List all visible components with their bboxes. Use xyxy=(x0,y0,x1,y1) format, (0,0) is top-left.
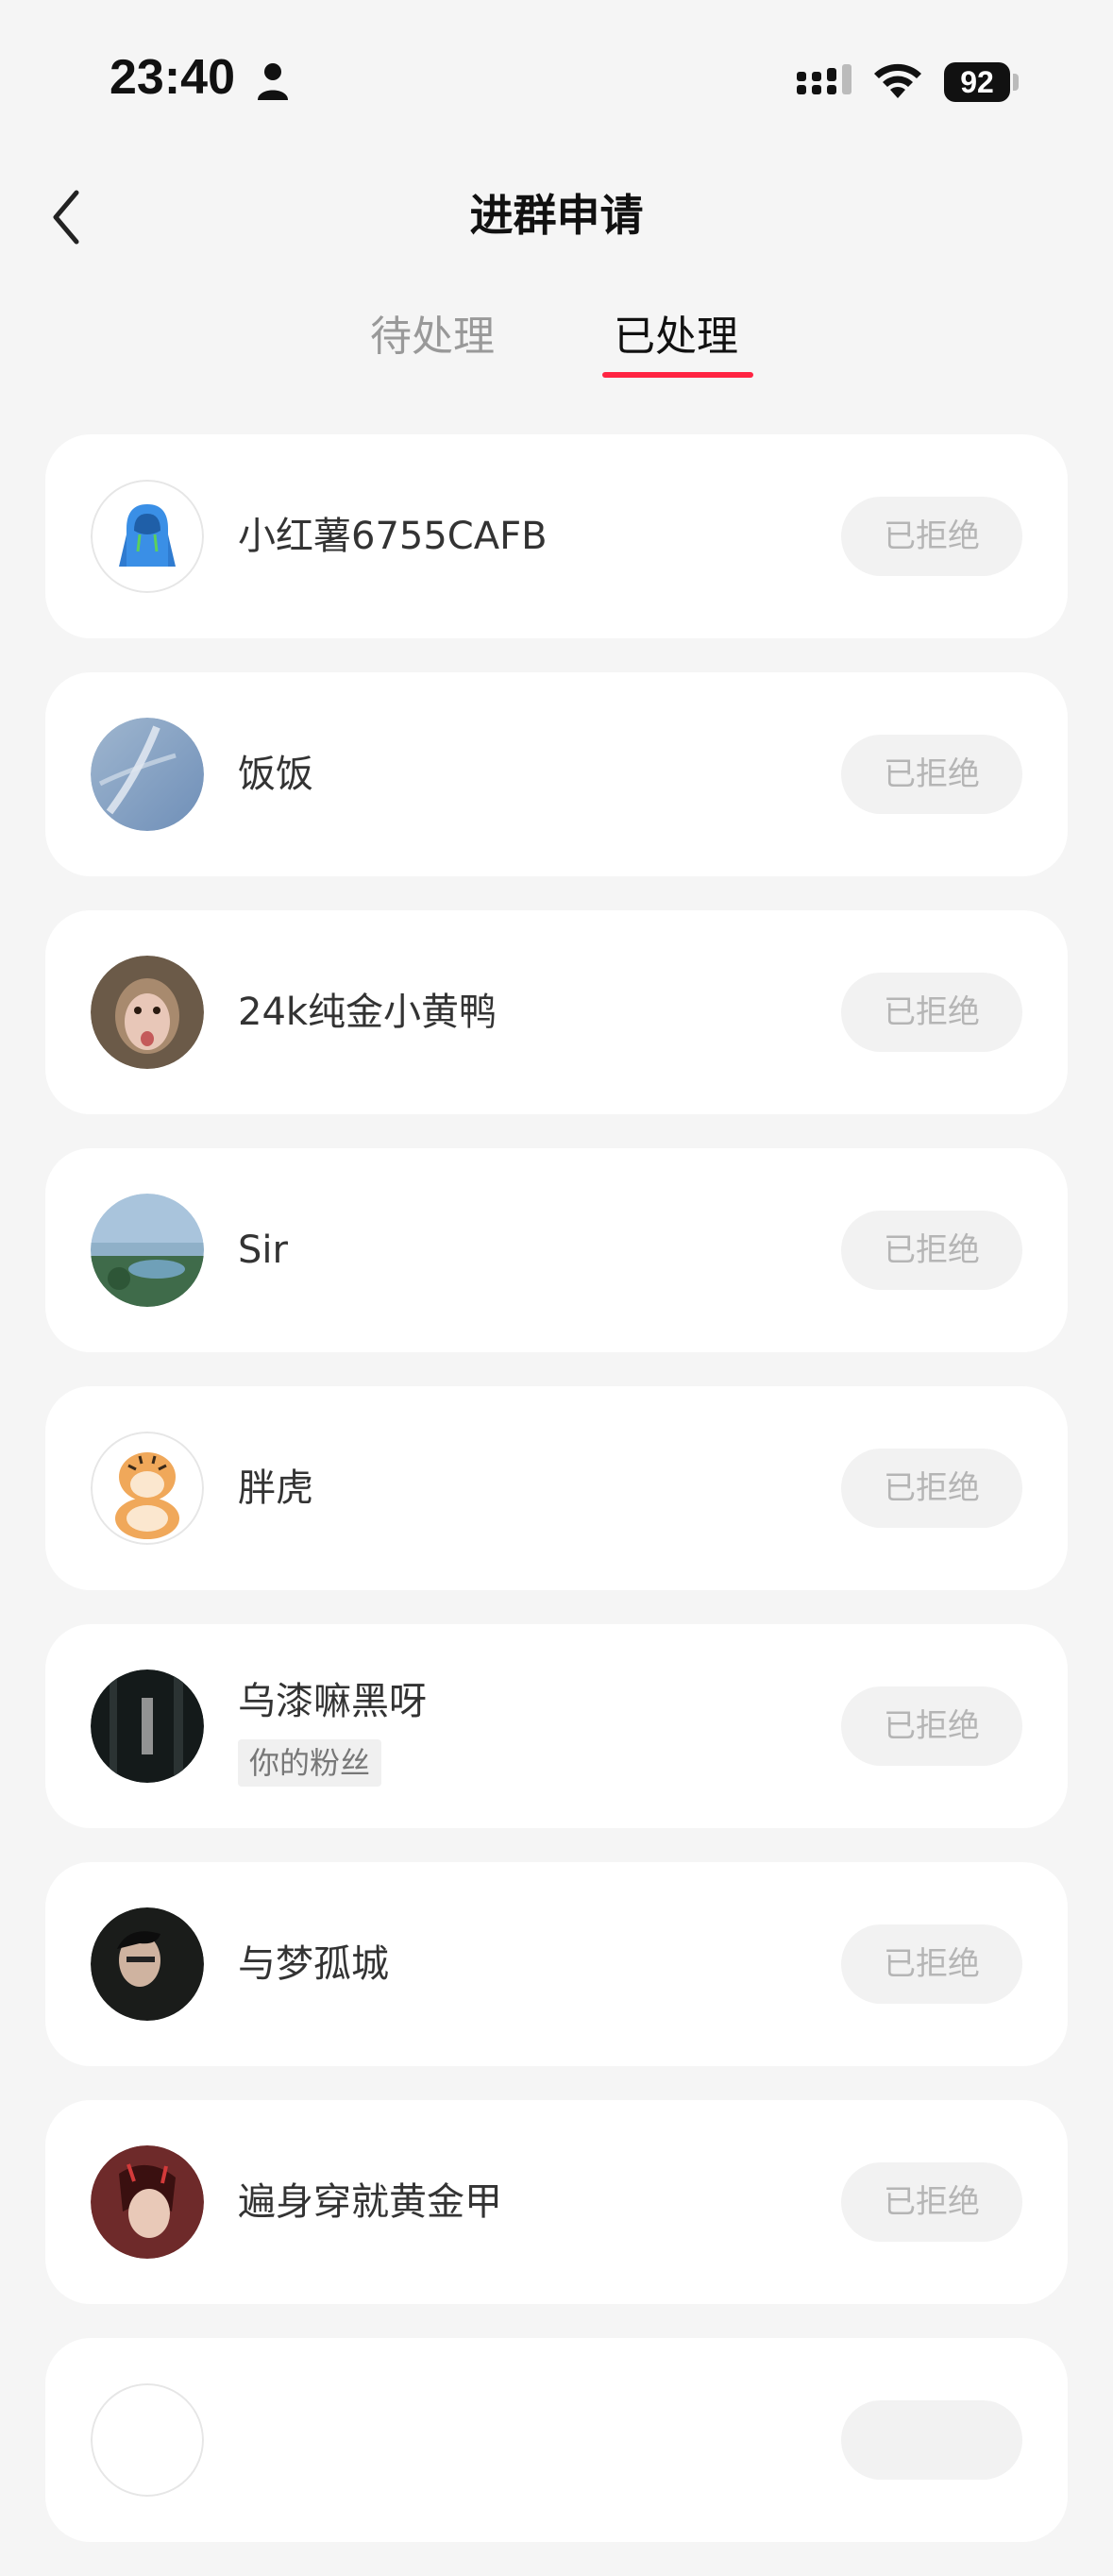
tab-processed[interactable]: 已处理 xyxy=(614,308,738,366)
avatar[interactable] xyxy=(91,1669,204,1783)
battery-indicator: 92 xyxy=(944,62,1010,102)
user-name[interactable]: 与梦孤城 xyxy=(238,1936,389,1992)
user-name[interactable]: 饭饭 xyxy=(238,746,313,803)
status-rejected-button[interactable]: 已拒绝 xyxy=(841,735,1022,814)
request-card[interactable]: 胖虎 已拒绝 xyxy=(45,1386,1068,1590)
user-name[interactable]: Sir xyxy=(238,1222,288,1279)
request-card[interactable] xyxy=(45,2338,1068,2542)
active-tab-indicator xyxy=(602,372,753,378)
status-rejected-button[interactable]: 已拒绝 xyxy=(841,497,1022,576)
page-title: 进群申请 xyxy=(469,190,644,241)
status-rejected-button[interactable]: 已拒绝 xyxy=(841,1686,1022,1766)
avatar[interactable] xyxy=(91,480,204,593)
request-card[interactable]: Sir 已拒绝 xyxy=(45,1148,1068,1352)
avatar[interactable] xyxy=(91,2145,204,2259)
request-card[interactable]: 乌漆嘛黑呀 你的粉丝 已拒绝 xyxy=(45,1624,1068,1828)
person-icon xyxy=(258,63,288,100)
request-card[interactable]: 小红薯6755CAFB 已拒绝 xyxy=(45,434,1068,638)
avatar[interactable] xyxy=(91,1907,204,2021)
user-name[interactable]: 乌漆嘛黑呀 xyxy=(238,1673,427,1730)
user-name[interactable]: 遍身穿就黄金甲 xyxy=(238,2174,502,2230)
status-rejected-button[interactable] xyxy=(841,2400,1022,2480)
avatar[interactable] xyxy=(91,1194,204,1307)
status-rejected-button[interactable]: 已拒绝 xyxy=(841,973,1022,1052)
status-rejected-button[interactable]: 已拒绝 xyxy=(841,1924,1022,2004)
status-bar: 23:40 92 xyxy=(0,0,1113,165)
user-name[interactable]: 小红薯6755CAFB xyxy=(238,508,548,565)
battery-tip xyxy=(1013,74,1019,91)
request-card[interactable]: 与梦孤城 已拒绝 xyxy=(45,1862,1068,2066)
fan-tag: 你的粉丝 xyxy=(238,1739,382,1787)
user-name[interactable]: 24k纯金小黄鸭 xyxy=(238,984,497,1041)
status-rejected-button[interactable]: 已拒绝 xyxy=(841,1449,1022,1528)
status-time: 23:40 xyxy=(110,50,235,105)
avatar[interactable] xyxy=(91,718,204,831)
user-name[interactable]: 胖虎 xyxy=(238,1460,313,1517)
avatar[interactable] xyxy=(91,1432,204,1545)
status-rejected-button[interactable]: 已拒绝 xyxy=(841,2162,1022,2242)
request-card[interactable]: 24k纯金小黄鸭 已拒绝 xyxy=(45,910,1068,1114)
cellular-signal-icon xyxy=(797,64,852,94)
avatar[interactable] xyxy=(91,956,204,1069)
request-card[interactable]: 饭饭 已拒绝 xyxy=(45,672,1068,876)
wifi-icon xyxy=(874,63,921,98)
status-rejected-button[interactable]: 已拒绝 xyxy=(841,1211,1022,1290)
tab-pending[interactable]: 待处理 xyxy=(370,308,495,366)
avatar[interactable] xyxy=(91,2383,204,2497)
request-list: 小红薯6755CAFB 已拒绝 饭饭 已拒绝 24k纯金小黄鸭 已拒绝 Sir … xyxy=(45,434,1068,2576)
request-card[interactable]: 遍身穿就黄金甲 已拒绝 xyxy=(45,2100,1068,2304)
